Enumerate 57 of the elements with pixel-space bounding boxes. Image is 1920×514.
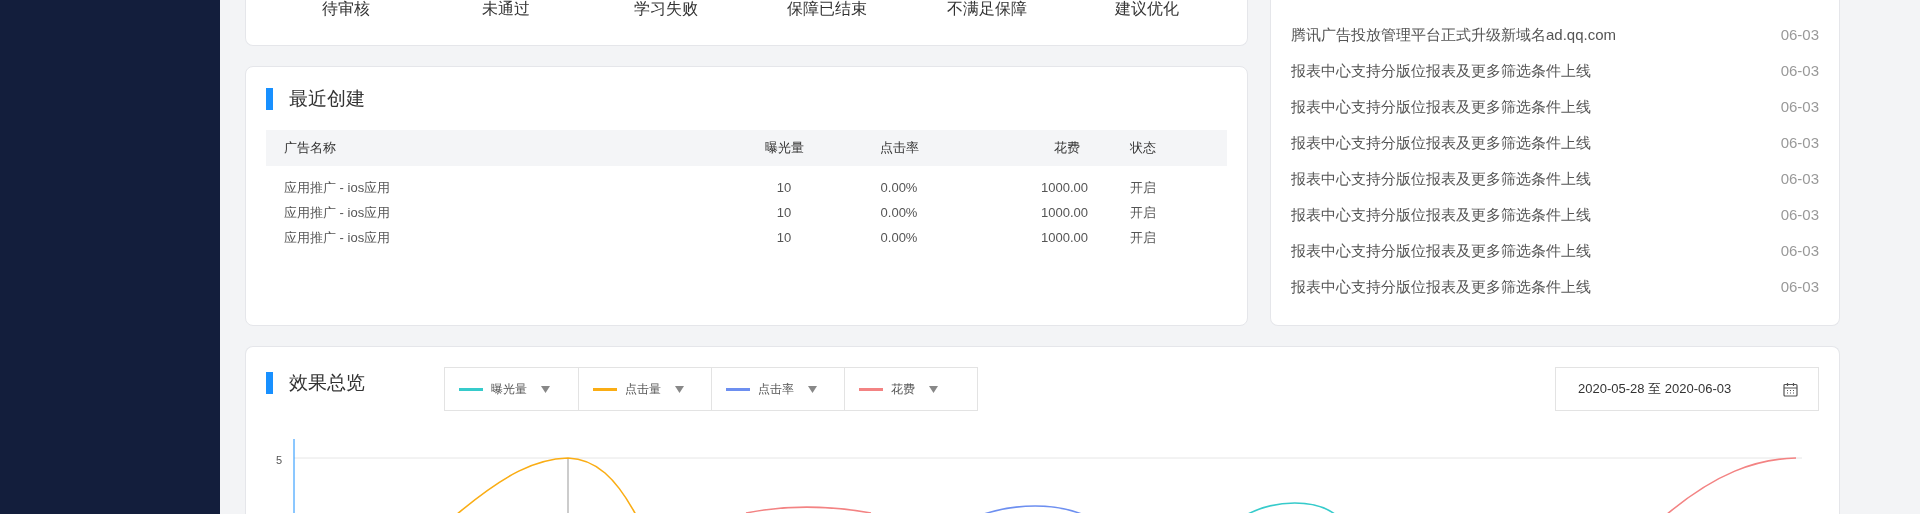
table-cell-text: 10: [775, 179, 793, 198]
metric-dropdown[interactable]: 花费: [844, 368, 977, 410]
caret-icon: [929, 385, 938, 393]
table-cell-text: 1000.00: [1040, 204, 1089, 223]
table-cell-text: 应用推广 - ios应用: [284, 204, 392, 223]
news-link[interactable]: 报表中心支持分版位报表及更多筛选条件上线: [1291, 59, 1591, 83]
metric-dropdown[interactable]: 点击量: [578, 368, 711, 410]
column-header: 状态: [1129, 138, 1157, 157]
date-range-field[interactable]: 2020-05-28 至 2020-06-03: [1555, 367, 1819, 411]
status-label[interactable]: 待审核: [266, 0, 427, 45]
table-cell-text: 1000.00: [1040, 229, 1089, 248]
news-date: 06-03: [1780, 96, 1819, 117]
news-date: 06-03: [1780, 132, 1819, 153]
metric-dropdown[interactable]: 曝光量: [445, 368, 578, 410]
news-link[interactable]: 报表中心支持分版位报表及更多筛选条件上线: [1291, 95, 1591, 119]
status-label[interactable]: 学习失败: [586, 0, 747, 45]
news-date: 06-03: [1780, 240, 1819, 261]
table-cell-text: 10: [775, 229, 793, 248]
title-accent: [266, 88, 273, 111]
table-cell-text: 应用推广 - ios应用: [284, 229, 392, 248]
news-date: 06-03: [1780, 60, 1819, 81]
card-title: 效果总览: [289, 371, 365, 395]
column-header: 广告名称: [284, 138, 337, 157]
calendar-icon: [1783, 381, 1798, 397]
news-link[interactable]: 报表中心支持分版位报表及更多筛选条件上线: [1291, 131, 1591, 155]
news-link[interactable]: 报表中心支持分版位报表及更多筛选条件上线: [1291, 275, 1591, 299]
news-date: 06-03: [1780, 276, 1819, 297]
news-date: 06-03: [1780, 168, 1819, 189]
table-cell-text: 开启: [1129, 229, 1157, 248]
table-cell-text: 开启: [1129, 179, 1157, 198]
status-label[interactable]: 保障已结束: [746, 0, 907, 45]
status-label[interactable]: 建议优化: [1066, 0, 1227, 45]
news-link[interactable]: 腾讯广告投放管理平台正式升级新域名ad.qq.com: [1291, 23, 1617, 47]
news-link[interactable]: 报表中心支持分版位报表及更多筛选条件上线: [1291, 239, 1591, 263]
news-date: 06-03: [1780, 24, 1819, 45]
table-cell-text: 0.00%: [879, 204, 919, 223]
news-link[interactable]: 报表中心支持分版位报表及更多筛选条件上线: [1291, 167, 1591, 191]
status-label[interactable]: 不满足保障: [906, 0, 1067, 45]
column-header: 花费: [1053, 138, 1081, 157]
news-date: 06-03: [1780, 204, 1819, 225]
caret-icon: [808, 385, 817, 393]
table-cell-text: 0.00%: [879, 229, 919, 248]
table-cell-text: 0.00%: [879, 179, 919, 198]
y-tick-label: 5: [276, 453, 283, 468]
column-header: 曝光量: [763, 138, 805, 157]
table-cell-text: 开启: [1129, 204, 1157, 223]
table-cell-text: 10: [775, 204, 793, 223]
column-header: 点击率: [878, 138, 920, 157]
table-cell-text: 1000.00: [1040, 179, 1089, 198]
caret-icon: [675, 385, 684, 393]
card-title: 最近创建: [289, 87, 365, 111]
title-accent: [266, 372, 273, 395]
metric-dropdown[interactable]: 点击率: [711, 368, 844, 410]
table-cell-text: 应用推广 - ios应用: [284, 179, 392, 198]
caret-icon: [541, 385, 550, 393]
status-label[interactable]: 未通过: [426, 0, 587, 45]
news-link[interactable]: 报表中心支持分版位报表及更多筛选条件上线: [1291, 203, 1591, 227]
